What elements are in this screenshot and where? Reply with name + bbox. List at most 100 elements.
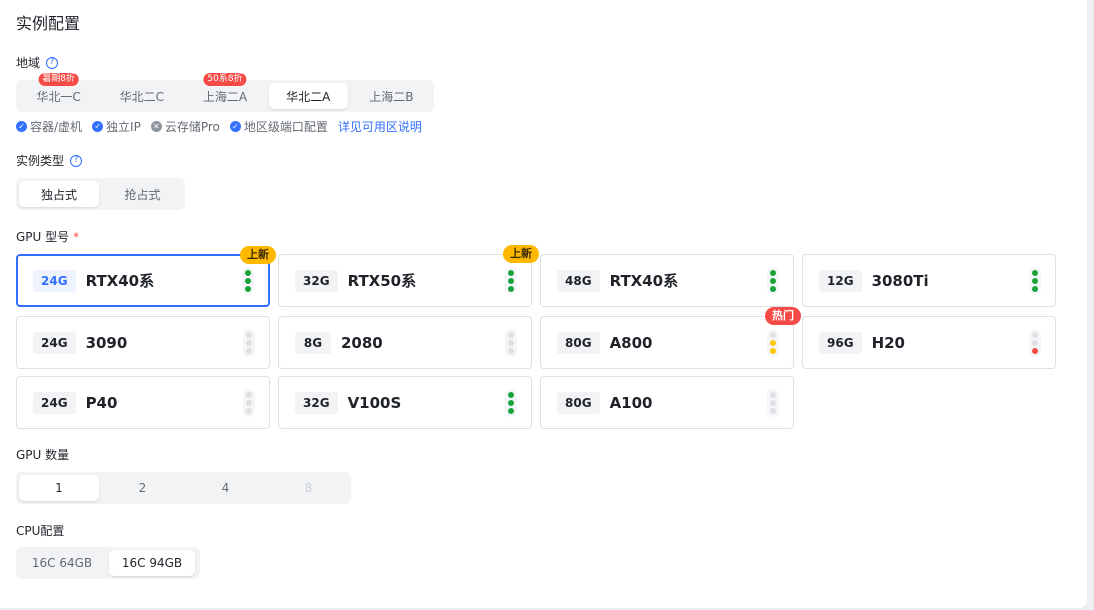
gpu-model-name: H20 — [871, 333, 905, 352]
gpu-card-rtx40-48g[interactable]: 48G RTX40系 — [540, 254, 794, 307]
stock-dot — [508, 285, 514, 292]
gpu-memory-tag: 32G — [295, 269, 338, 292]
check-icon: ✓ — [229, 121, 241, 132]
stock-dot — [508, 399, 514, 406]
region-option-label: 华北二C — [119, 89, 164, 104]
stock-dot — [770, 347, 776, 354]
instance-config-panel: 实例配置 地域 ? 华北一C 暑期8折 华北二C 上海二A 50系8折 华北二A… — [0, 0, 1087, 608]
stock-indicator — [505, 328, 517, 357]
cpu-config-label-row: CPU配置 — [16, 522, 64, 539]
stock-dot — [245, 269, 251, 276]
stock-dot — [245, 277, 251, 284]
gpu-card-3090-24g[interactable]: 24G 3090 — [16, 316, 270, 369]
stock-dot — [1032, 269, 1038, 276]
stock-dot — [246, 391, 252, 398]
required-mark: * — [73, 229, 80, 244]
stock-dot — [770, 339, 776, 346]
gpu-memory-tag: 12G — [819, 269, 862, 292]
stock-indicator — [767, 388, 779, 417]
promo-tag: 暑期8折 — [38, 73, 79, 86]
gpu-card-p40-24g[interactable]: 24G P40 — [16, 376, 270, 429]
stock-dot — [770, 277, 776, 284]
region-label: 地域 — [16, 56, 41, 70]
cpu-config-16c-94gb[interactable]: 16C 94GB — [109, 550, 195, 576]
stock-indicator — [242, 266, 254, 295]
stock-indicator — [243, 388, 255, 417]
region-option-huabei2a[interactable]: 华北二A — [268, 83, 348, 109]
stock-indicator — [1029, 328, 1041, 357]
gpu-model-name: 2080 — [341, 333, 383, 352]
feature-cloud-storage-pro: ✕ 云存储Pro — [150, 118, 220, 135]
gpu-count-8: 8 — [304, 481, 313, 495]
instance-type-exclusive[interactable]: 独占式 — [19, 181, 99, 207]
region-features: ✓ 容器/虚机 ✓ 独立IP ✕ 云存储Pro ✓ 地区级端口配置 详见可用区说明 — [16, 118, 422, 135]
gpu-model-name: A100 — [609, 393, 653, 412]
stock-indicator — [243, 328, 255, 357]
feature-dedicated-ip: ✓ 独立IP — [92, 118, 141, 135]
instance-type-selector: 独占式 抢占式 — [16, 178, 185, 210]
stock-dot — [1032, 339, 1038, 346]
gpu-model-name: V100S — [347, 393, 402, 412]
gpu-count-1[interactable]: 1 — [19, 475, 99, 501]
gpu-count-2[interactable]: 2 — [103, 475, 182, 501]
gpu-memory-tag: 80G — [557, 391, 600, 414]
new-badge: 上新 — [240, 246, 276, 264]
instance-type-preemptible[interactable]: 抢占式 — [103, 181, 182, 207]
feature-label: 容器/虚机 — [30, 120, 83, 134]
stock-indicator — [1029, 266, 1041, 295]
gpu-count-label: GPU 数量 — [16, 448, 70, 462]
stock-dot — [1032, 347, 1038, 354]
check-icon: ✓ — [16, 121, 27, 132]
hot-badge: 热门 — [765, 307, 801, 325]
stock-dot — [770, 269, 776, 276]
stock-dot — [1032, 331, 1038, 338]
gpu-card-a100-80g[interactable]: 80G A100 — [540, 376, 794, 429]
gpu-card-h20-96g[interactable]: 96G H20 — [802, 316, 1056, 369]
region-option-label: 上海二A — [202, 89, 248, 104]
gpu-card-2080-8g[interactable]: 8G 2080 — [278, 316, 532, 369]
cpu-config-16c-64gb[interactable]: 16C 64GB — [19, 550, 105, 576]
region-option-shanghai2b[interactable]: 上海二B — [352, 83, 431, 109]
gpu-model-label: GPU 型号 — [16, 230, 70, 244]
gpu-count-label-row: GPU 数量 — [16, 446, 69, 463]
stock-dot — [246, 399, 252, 406]
instance-type-help-icon[interactable]: ? — [70, 154, 83, 167]
region-help-icon[interactable]: ? — [46, 56, 59, 69]
cpu-config-selector: 16C 64GB 16C 94GB — [16, 547, 200, 579]
gpu-memory-tag: 24G — [33, 331, 76, 354]
gpu-card-a800-80g[interactable]: 80G A800 热门 — [540, 307, 801, 369]
stock-dot — [508, 391, 514, 398]
stock-dot — [245, 285, 251, 292]
gpu-memory-tag: 80G — [557, 331, 600, 354]
zone-info-link[interactable]: 详见可用区说明 — [338, 118, 422, 135]
stock-indicator — [767, 328, 779, 357]
region-option-shanghai2a[interactable]: 上海二A 50系8折 — [185, 73, 264, 109]
feature-label: 独立IP — [106, 120, 141, 134]
stock-dot — [770, 285, 776, 292]
gpu-model-label-row: GPU 型号 * — [16, 228, 79, 245]
instance-type-label-row: 实例类型 ? — [16, 152, 83, 169]
feature-region-port: ✓ 地区级端口配置 — [229, 118, 328, 135]
gpu-card-rtx40-24g[interactable]: 24G RTX40系 上新 — [16, 246, 276, 307]
stock-dot — [1032, 285, 1038, 292]
region-option-huabei2c[interactable]: 华北二C — [102, 83, 181, 109]
feature-container-vm: ✓ 容器/虚机 — [16, 118, 82, 135]
gpu-card-3080ti-12g[interactable]: 12G 3080Ti — [802, 254, 1056, 307]
feature-label: 云存储Pro — [164, 120, 220, 134]
region-selector: 华北一C 暑期8折 华北二C 上海二A 50系8折 华北二A 上海二B — [16, 73, 434, 112]
section-title: 实例配置 — [16, 14, 81, 33]
cpu-config-label: CPU配置 — [16, 524, 65, 538]
gpu-model-name: RTX40系 — [609, 272, 679, 290]
gpu-count-selector: 1 2 4 8 — [16, 472, 351, 504]
stock-dot — [246, 407, 252, 414]
gpu-card-rtx50-32g[interactable]: 32G RTX50系 上新 — [278, 245, 539, 307]
gpu-count-4[interactable]: 4 — [186, 475, 265, 501]
stock-dot — [508, 347, 514, 354]
stock-dot — [770, 399, 776, 406]
promo-tag: 50系8折 — [203, 73, 247, 86]
region-option-huabei1c[interactable]: 华北一C 暑期8折 — [19, 73, 98, 109]
gpu-memory-tag: 24G — [33, 269, 76, 292]
gpu-card-v100s-32g[interactable]: 32G V100S — [278, 376, 532, 429]
region-option-label: 华北二A — [286, 89, 331, 104]
new-badge: 上新 — [503, 245, 539, 263]
